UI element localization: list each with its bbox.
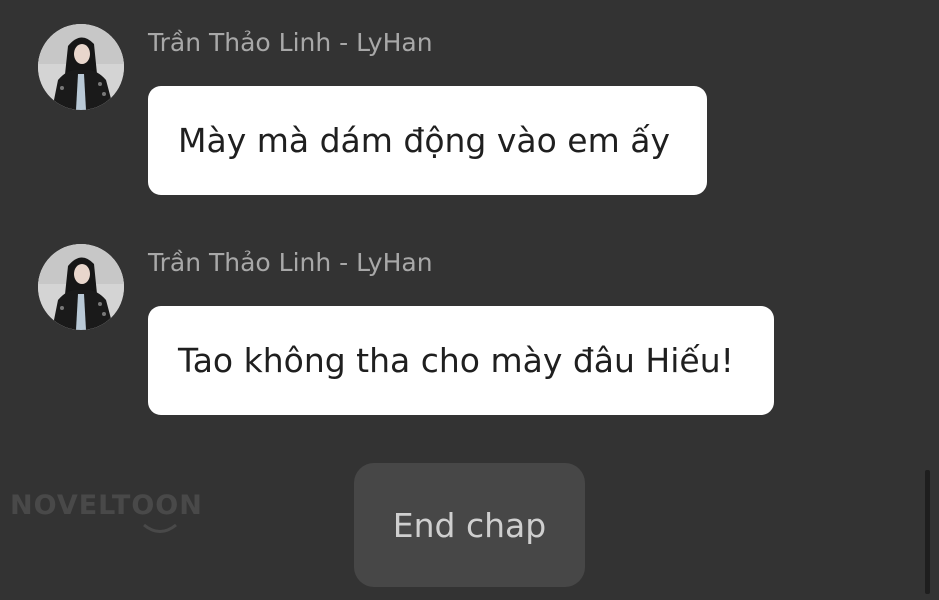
message-bubble: Mày mà dám động vào em ấy [148, 86, 707, 195]
scrollbar[interactable] [925, 470, 930, 594]
end-chap-button[interactable]: End chap [354, 463, 585, 587]
avatar[interactable] [38, 24, 124, 110]
end-chap-label: End chap [392, 505, 547, 545]
message-text: Tao không tha cho mày đâu Hiếu! [178, 341, 734, 380]
watermark-smile-icon [143, 523, 177, 533]
message-text: Mày mà dám động vào em ấy [178, 121, 670, 160]
sender-name: Trần Thảo Linh - LyHan [148, 28, 433, 57]
profile-photo-icon [38, 244, 124, 330]
chat-screen: Trần Thảo Linh - LyHan Mày mà dám động v… [0, 0, 939, 600]
message-bubble: Tao không tha cho mày đâu Hiếu! [148, 306, 774, 415]
avatar[interactable] [38, 244, 124, 330]
watermark-logo: NOVELTOON [10, 490, 203, 521]
sender-name: Trần Thảo Linh - LyHan [148, 248, 433, 277]
profile-photo-icon [38, 24, 124, 110]
